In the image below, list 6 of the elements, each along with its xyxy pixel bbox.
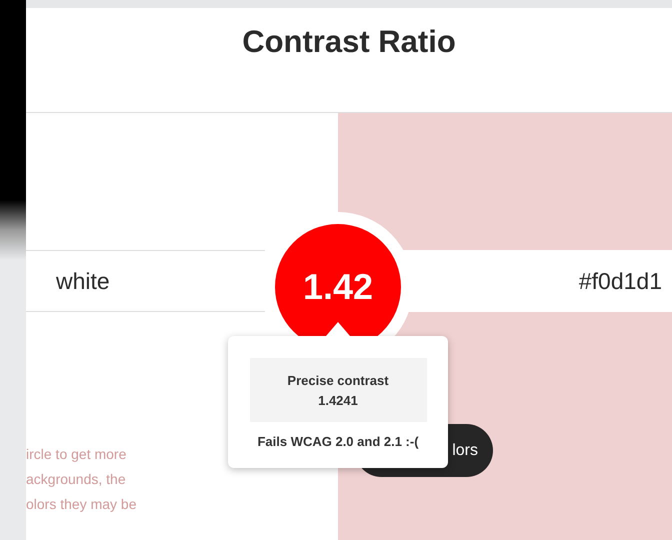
precise-contrast-value: 1.4241 [318, 392, 358, 408]
wcag-result-text: Fails WCAG 2.0 and 2.1 :-( [257, 434, 419, 449]
background-color-field[interactable]: white [26, 250, 265, 312]
precise-contrast-label: Precise contrast [287, 372, 389, 388]
page-title: Contrast Ratio [242, 24, 456, 61]
hint-text: ircle to get more ackgrounds, the olors they may be [26, 445, 136, 514]
